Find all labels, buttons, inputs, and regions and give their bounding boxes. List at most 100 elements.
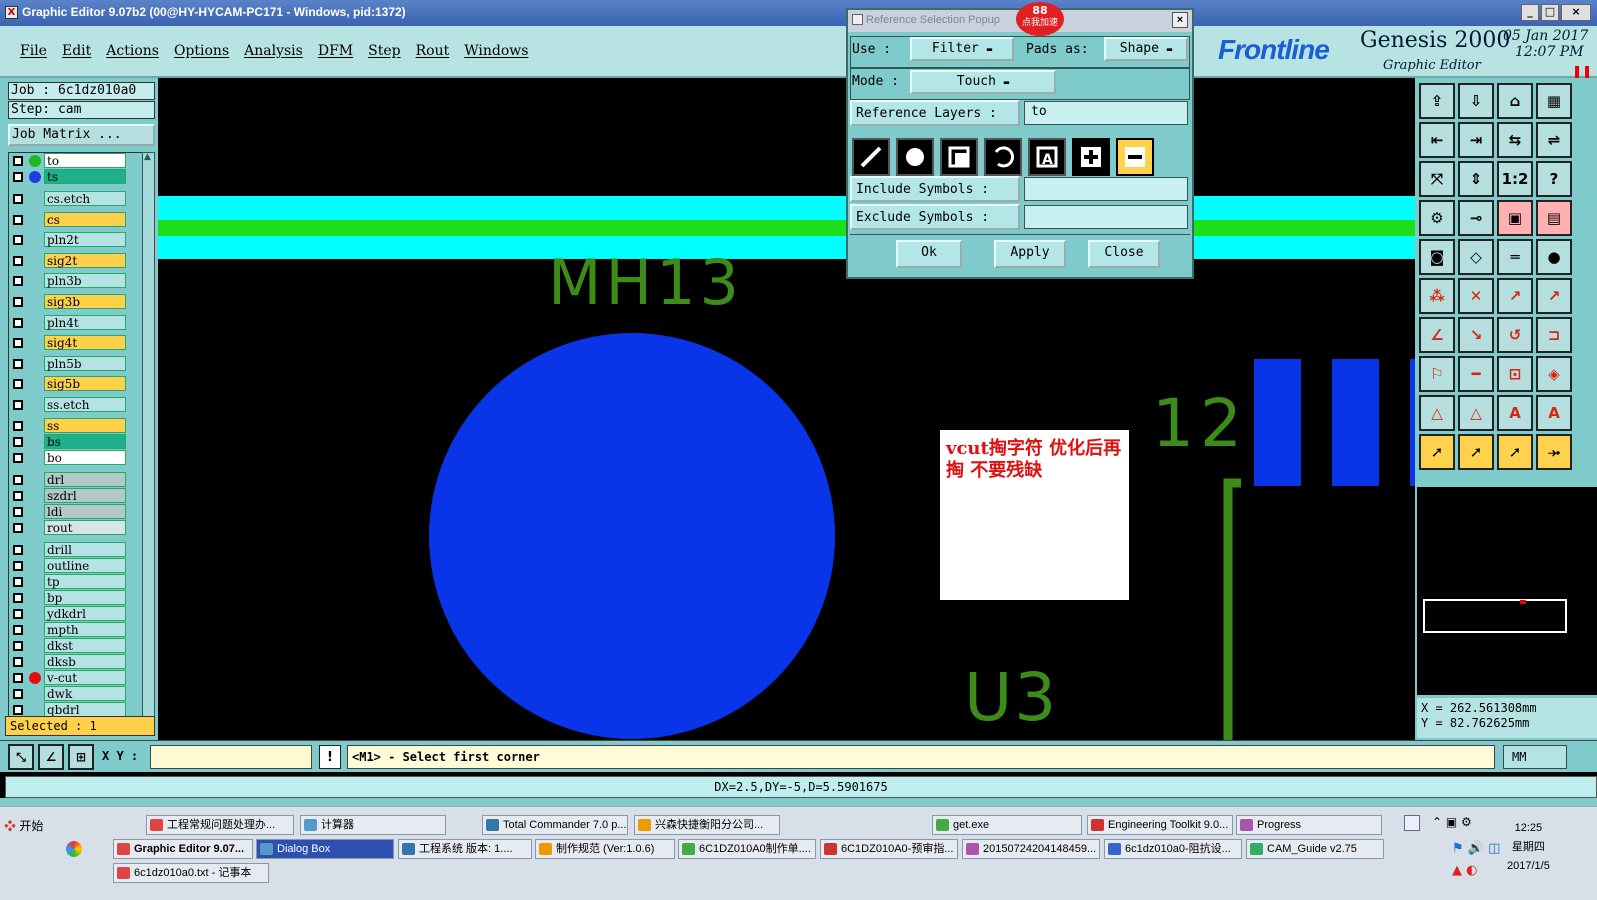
- layer-row[interactable]: sig3b: [9, 293, 143, 315]
- layer-checkbox[interactable]: [13, 296, 23, 307]
- maximize-button[interactable]: □: [1541, 4, 1559, 21]
- toolbar-tool-icon[interactable]: ▤: [1536, 200, 1572, 236]
- toolbar-tool-icon[interactable]: ⇥: [1458, 122, 1494, 158]
- layer-row[interactable]: dwk: [9, 685, 143, 702]
- layer-row[interactable]: cs: [9, 211, 143, 233]
- layer-name[interactable]: sig3b: [44, 293, 126, 309]
- layer-name[interactable]: pln2t: [44, 232, 126, 248]
- layer-checkbox[interactable]: [13, 276, 23, 287]
- toolbar-tool-icon[interactable]: A: [1497, 395, 1533, 431]
- taskbar-item[interactable]: Engineering Toolkit 9.0...: [1087, 815, 1233, 835]
- taskbar-item[interactable]: 工程系统 版本: 1....: [398, 839, 532, 859]
- include-symbols-input[interactable]: [1024, 177, 1188, 201]
- menu-actions[interactable]: Actions: [106, 43, 159, 59]
- menu-edit[interactable]: Edit: [62, 43, 91, 59]
- toolbar-tool-icon[interactable]: ⇤: [1419, 122, 1455, 158]
- speed-badge[interactable]: 88 点我加速: [1016, 2, 1064, 36]
- taskbar-item[interactable]: Total Commander 7.0 p...: [482, 815, 628, 835]
- ok-button[interactable]: Ok: [896, 240, 962, 268]
- menu-analysis[interactable]: Analysis: [244, 43, 303, 59]
- use-select[interactable]: Filter ▬: [910, 37, 1014, 61]
- toolbar-tool-icon[interactable]: ⊐: [1536, 317, 1572, 353]
- layer-checkbox[interactable]: [13, 436, 23, 447]
- taskbar-item[interactable]: 6c1dz010a0-阻抗设...: [1104, 839, 1242, 859]
- reference-layers-input[interactable]: to: [1024, 101, 1188, 125]
- layer-row[interactable]: v-cut: [9, 669, 143, 686]
- layer-checkbox[interactable]: [13, 474, 23, 485]
- layer-checkbox[interactable]: [13, 576, 23, 587]
- plus-polarity-icon[interactable]: [1072, 138, 1110, 176]
- layer-name[interactable]: bp: [44, 589, 126, 605]
- layer-name[interactable]: rout: [44, 519, 126, 535]
- toolbar-tool-icon[interactable]: ↘: [1458, 317, 1494, 353]
- layer-checkbox[interactable]: [13, 608, 23, 619]
- exclude-symbols-button[interactable]: Exclude Symbols :: [850, 204, 1020, 230]
- toolbar-tool-icon[interactable]: 1:2: [1497, 161, 1533, 197]
- toolbar-tool-icon[interactable]: ➚: [1497, 434, 1533, 470]
- layer-checkbox[interactable]: [13, 704, 23, 715]
- reference-layers-button[interactable]: Reference Layers :: [850, 100, 1020, 126]
- toolbar-tool-icon[interactable]: ▦: [1536, 83, 1572, 119]
- layer-checkbox[interactable]: [13, 358, 23, 369]
- toolbar-tool-icon[interactable]: ⚐: [1419, 356, 1455, 392]
- close-button[interactable]: Close: [1088, 240, 1160, 268]
- toolbar-tool-icon[interactable]: ◈: [1536, 356, 1572, 392]
- toolbar-tool-icon[interactable]: A: [1536, 395, 1572, 431]
- layer-name[interactable]: pln4t: [44, 314, 126, 330]
- taskbar-item[interactable]: 制作规范 (Ver:1.0.6): [535, 839, 675, 859]
- toolbar-tool-icon[interactable]: ➚: [1458, 434, 1494, 470]
- layer-row[interactable]: ldi: [9, 503, 143, 520]
- pads-as-select[interactable]: Shape ▬: [1104, 37, 1188, 61]
- taskbar-item[interactable]: get.exe: [932, 815, 1082, 835]
- layer-name[interactable]: tp: [44, 573, 126, 589]
- layer-row[interactable]: pln2t: [9, 232, 143, 253]
- toolbar-tool-icon[interactable]: ⚙: [1419, 200, 1455, 236]
- toolbar-tool-icon[interactable]: ∠: [1419, 317, 1455, 353]
- layer-name[interactable]: ldi: [44, 503, 126, 519]
- layer-name[interactable]: to: [44, 153, 126, 168]
- exclude-symbols-input[interactable]: [1024, 205, 1188, 229]
- menu-dfm[interactable]: DFM: [318, 43, 353, 59]
- layer-checkbox[interactable]: [13, 688, 23, 699]
- layer-row[interactable]: ts: [9, 169, 143, 185]
- layer-row[interactable]: ss.etch: [9, 396, 143, 418]
- measure-icon[interactable]: ∠: [38, 744, 64, 770]
- layer-name[interactable]: dwk: [44, 685, 126, 701]
- menu-rout[interactable]: Rout: [416, 43, 450, 59]
- mounting-hole-pad[interactable]: [429, 333, 835, 739]
- apply-button[interactable]: Apply: [994, 240, 1066, 268]
- taskbar-item[interactable]: Dialog Box: [256, 839, 394, 859]
- arc-symbol-icon[interactable]: [984, 138, 1022, 176]
- layer-name[interactable]: ss.etch: [44, 396, 126, 412]
- taskbar-item[interactable]: 6C1DZ010A0制作单....: [678, 839, 816, 859]
- layer-row[interactable]: pln3b: [9, 273, 143, 294]
- units-select[interactable]: MM: [1503, 745, 1567, 769]
- toolbar-tool-icon[interactable]: ◙: [1419, 239, 1455, 275]
- layer-row[interactable]: ss: [9, 417, 143, 434]
- close-window-button[interactable]: ×: [1561, 4, 1591, 21]
- layer-row[interactable]: rout: [9, 519, 143, 536]
- toolbar-tool-icon[interactable]: ↺: [1497, 317, 1533, 353]
- toolbar-tool-icon[interactable]: ◇: [1458, 239, 1494, 275]
- layer-checkbox[interactable]: [13, 506, 23, 517]
- layer-checkbox[interactable]: [13, 560, 23, 571]
- layer-name[interactable]: drl: [44, 471, 126, 487]
- start-button[interactable]: ❖ 开始: [4, 817, 43, 834]
- toolbar-tool-icon[interactable]: ⁂: [1419, 278, 1455, 314]
- mode-select[interactable]: Touch ▬: [910, 70, 1056, 94]
- layer-row[interactable]: pln4t: [9, 314, 143, 336]
- layer-list-scrollbar[interactable]: ▲ ▼: [142, 152, 155, 730]
- layer-row[interactable]: bp: [9, 589, 143, 606]
- pad-symbol-icon[interactable]: [896, 138, 934, 176]
- taskbar-item[interactable]: Graphic Editor 9.07...: [113, 839, 253, 859]
- smd-pad-1[interactable]: [1254, 359, 1301, 486]
- toolbar-tool-icon[interactable]: ⇆: [1497, 122, 1533, 158]
- dialog-close-icon[interactable]: ×: [1172, 12, 1188, 28]
- layer-checkbox[interactable]: [13, 452, 23, 463]
- layer-row[interactable]: cs.etch: [9, 191, 143, 212]
- toolbar-tool-icon[interactable]: ✕: [1458, 278, 1494, 314]
- toolbar-tool-icon[interactable]: ↗: [1536, 278, 1572, 314]
- layer-checkbox[interactable]: [13, 420, 23, 431]
- taskbar-item[interactable]: 2015072420414845​9...: [962, 839, 1100, 859]
- layer-checkbox[interactable]: [13, 592, 23, 603]
